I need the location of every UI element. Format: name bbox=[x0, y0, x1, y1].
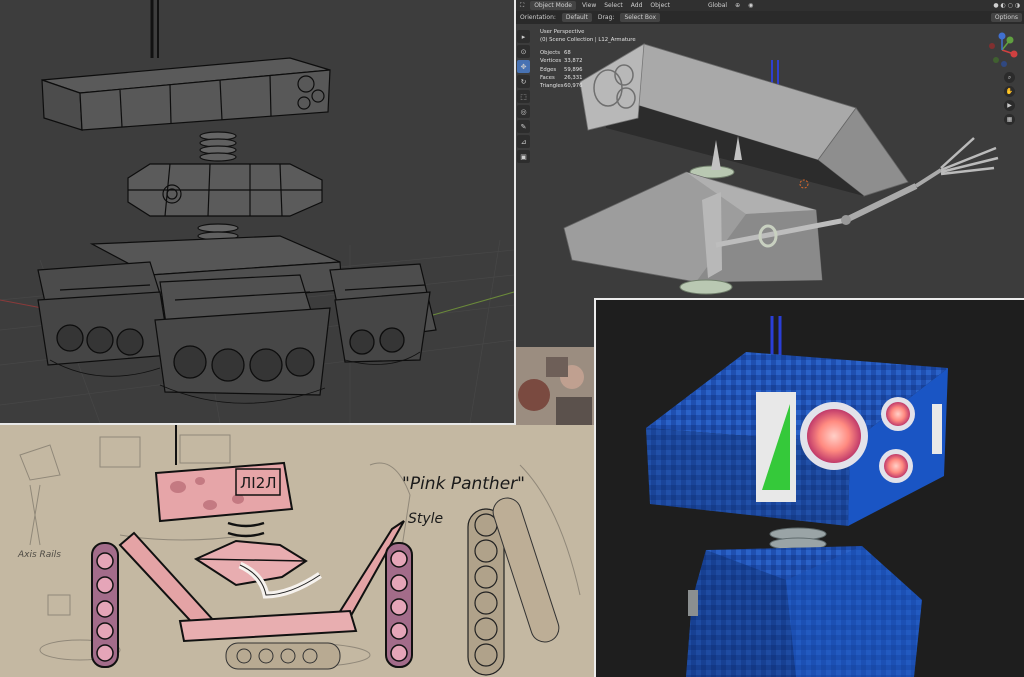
tool-settings-bar: Orientation: Default Drag: Select Box Op… bbox=[516, 11, 1024, 24]
collection-name: (0) Scene Collection | L12_Armature bbox=[540, 37, 636, 44]
transform-tool-icon[interactable]: ◎ bbox=[517, 105, 530, 118]
menu-add[interactable]: Add bbox=[627, 2, 647, 9]
viewport-overlay-text: User Perspective (0) Scene Collection | … bbox=[540, 28, 636, 91]
reference-photo bbox=[516, 347, 594, 425]
stat-row: Edges 59,896 bbox=[540, 66, 583, 73]
transform-orientation-dropdown[interactable]: Global bbox=[704, 2, 731, 9]
rotate-tool-icon[interactable]: ↻ bbox=[517, 75, 530, 88]
gizmo-x[interactable] bbox=[1010, 50, 1018, 58]
gizmo-y[interactable] bbox=[1006, 36, 1014, 44]
snap-icon[interactable]: ⊕ bbox=[731, 2, 744, 9]
camera-icon[interactable]: ▶ bbox=[1004, 100, 1015, 111]
select-tool-icon[interactable]: ▸ bbox=[517, 30, 530, 43]
proportional-icon[interactable]: ◉ bbox=[744, 2, 757, 9]
wireframe-tank-model bbox=[0, 0, 514, 423]
cursor-tool-icon[interactable]: ⊙ bbox=[517, 45, 530, 58]
blender-viewport[interactable]: ⛶ Object Mode View Select Add Object Glo… bbox=[516, 0, 1024, 347]
blender-header: ⛶ Object Mode View Select Add Object Glo… bbox=[516, 0, 1024, 11]
sketch-side-note: Axis Rails bbox=[17, 550, 61, 560]
zoom-icon[interactable]: ⌕ bbox=[1004, 72, 1015, 83]
view-name: User Perspective bbox=[540, 29, 585, 35]
stat-row: Vertices 33,872 bbox=[540, 58, 583, 65]
sketch-title: "Pink Panther" bbox=[402, 474, 525, 494]
gizmo-z[interactable] bbox=[998, 32, 1006, 40]
add-cube-tool-icon[interactable]: ▣ bbox=[517, 150, 530, 163]
options-button[interactable]: Options bbox=[990, 13, 1022, 22]
pan-hand-icon[interactable]: ✋ bbox=[1004, 86, 1015, 97]
sketch-badge: ЛІ2Л bbox=[240, 474, 277, 492]
scale-tool-icon[interactable]: ⬚ bbox=[517, 90, 530, 103]
stat-row: Objects 68 bbox=[540, 49, 571, 56]
navigation-gizmo[interactable] bbox=[984, 32, 1020, 68]
stat-row: Triangles 60,976 bbox=[540, 83, 583, 90]
move-tool-icon[interactable]: ✥ bbox=[517, 60, 530, 73]
menu-view[interactable]: View bbox=[578, 2, 600, 9]
orientation-dropdown[interactable]: Default bbox=[561, 13, 592, 22]
viewport-shading-icons[interactable]: ● ◐ ○ ◑ bbox=[989, 2, 1024, 9]
menu-select[interactable]: Select bbox=[600, 2, 627, 9]
view-navigation-buttons: ⌕ ✋ ▶ ▦ bbox=[1004, 72, 1016, 128]
wireframe-viewport bbox=[0, 0, 516, 425]
mode-dropdown[interactable]: Object Mode bbox=[530, 1, 576, 10]
rendered-robot-head bbox=[596, 300, 1024, 677]
drag-label: Drag: bbox=[597, 14, 615, 21]
annotate-tool-icon[interactable]: ✎ bbox=[517, 120, 530, 133]
tool-shelf: ▸ ⊙ ✥ ↻ ⬚ ◎ ✎ ⊿ ▣ bbox=[517, 30, 531, 165]
sketch-drawing: ЛІ2Л "Pink Panther" Style Axis Rails bbox=[0, 425, 594, 677]
stat-row: Faces 26,331 bbox=[540, 75, 583, 82]
editor-type-icon[interactable]: ⛶ bbox=[516, 2, 528, 10]
textured-render bbox=[594, 298, 1024, 677]
concept-sketch: ЛІ2Л "Pink Panther" Style Axis Rails bbox=[0, 425, 594, 677]
drag-dropdown[interactable]: Select Box bbox=[620, 13, 661, 22]
sketch-subtitle: Style bbox=[408, 511, 443, 527]
grid-view-icon[interactable]: ▦ bbox=[1004, 114, 1015, 125]
measure-tool-icon[interactable]: ⊿ bbox=[517, 135, 530, 148]
menu-object[interactable]: Object bbox=[646, 2, 674, 9]
orientation-label: Orientation: bbox=[520, 14, 556, 21]
